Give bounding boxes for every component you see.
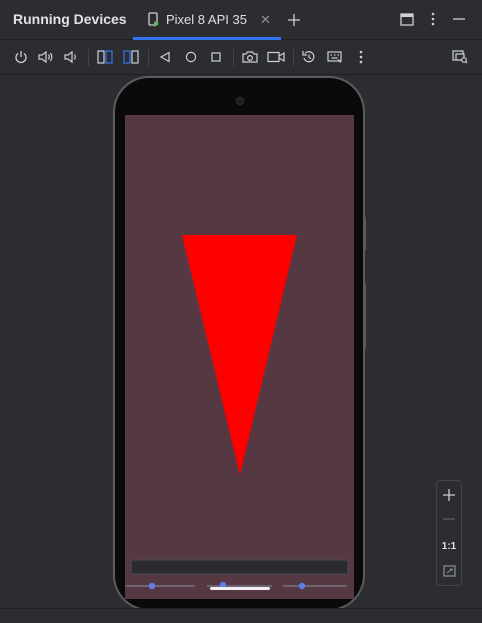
overview-button[interactable]: [207, 48, 225, 66]
fit-screen-icon: [442, 565, 456, 577]
volume-down-button[interactable]: [62, 48, 80, 66]
front-camera: [236, 97, 244, 105]
new-tab-button[interactable]: [284, 10, 304, 30]
slider-thumb: [298, 582, 306, 590]
minimize-icon: [453, 18, 465, 20]
more-actions-button[interactable]: [353, 48, 369, 66]
more-vertical-icon: [431, 12, 435, 26]
phone-run-icon: [147, 12, 161, 28]
zoom-out-button[interactable]: [437, 509, 461, 529]
bottom-strip: [0, 608, 482, 623]
rotate-right-button[interactable]: [122, 48, 140, 66]
home-button[interactable]: [182, 48, 200, 66]
rotate-left-button[interactable]: [96, 48, 114, 66]
minus-icon: [443, 518, 455, 520]
power-button[interactable]: [12, 48, 30, 66]
tab-device[interactable]: Pixel 8 API 35 ✕: [133, 0, 281, 40]
screen-record-button[interactable]: [266, 48, 286, 66]
toolbar-separator: [148, 49, 149, 66]
actual-size-label: 1:1: [441, 540, 457, 552]
zoom-in-button[interactable]: [437, 485, 461, 505]
gesture-handle: [210, 587, 270, 590]
window-layout-icon: [400, 12, 414, 26]
device-side-button: [363, 217, 366, 250]
rotate-left-icon: [97, 50, 113, 64]
rotate-right-icon: [123, 50, 139, 64]
toolbar-separator: [293, 49, 294, 66]
plus-icon: [288, 14, 300, 26]
keyboard-button[interactable]: [326, 48, 344, 66]
slider-thumb: [148, 582, 156, 590]
plus-icon: [443, 489, 455, 501]
overview-icon: [211, 52, 221, 62]
actual-size-button[interactable]: 1:1: [437, 536, 461, 556]
more-vertical-icon: [359, 50, 363, 64]
title-bar: Running Devices Pixel 8 API 35 ✕: [0, 0, 482, 40]
toolbar-separator: [233, 49, 234, 66]
tab-label: Pixel 8 API 35: [166, 12, 247, 27]
zoom-controls: 1:1: [436, 480, 462, 586]
device-screen[interactable]: [125, 115, 354, 599]
red-triangle: [182, 235, 297, 475]
back-button[interactable]: [156, 48, 174, 66]
tool-window-title: Running Devices: [13, 11, 127, 27]
fit-screen-button[interactable]: [437, 561, 461, 581]
close-tab-icon[interactable]: ✕: [260, 12, 271, 28]
hide-button[interactable]: [450, 10, 468, 28]
toolbar-separator: [88, 49, 89, 66]
options-button[interactable]: [425, 10, 441, 28]
navigation-bar-area: [130, 559, 349, 575]
screenshot-icon: [242, 51, 258, 63]
power-icon: [15, 51, 27, 64]
keyboard-icon: [327, 51, 342, 63]
device-side-button: [363, 283, 366, 349]
device-toolbar: [0, 40, 482, 75]
device-mirror-settings-icon: [452, 50, 468, 64]
layout-button[interactable]: [398, 10, 416, 28]
volume-down-icon: [64, 50, 76, 64]
screenshot-button[interactable]: [241, 48, 259, 66]
back-icon: [159, 51, 170, 63]
snapshot-button[interactable]: [300, 48, 318, 66]
home-icon: [185, 51, 197, 63]
snapshot-icon: [302, 51, 315, 63]
screen-record-icon: [267, 51, 285, 63]
device-mirror-settings-button[interactable]: [450, 48, 470, 66]
volume-up-icon: [38, 50, 53, 64]
volume-up-button[interactable]: [37, 48, 55, 66]
